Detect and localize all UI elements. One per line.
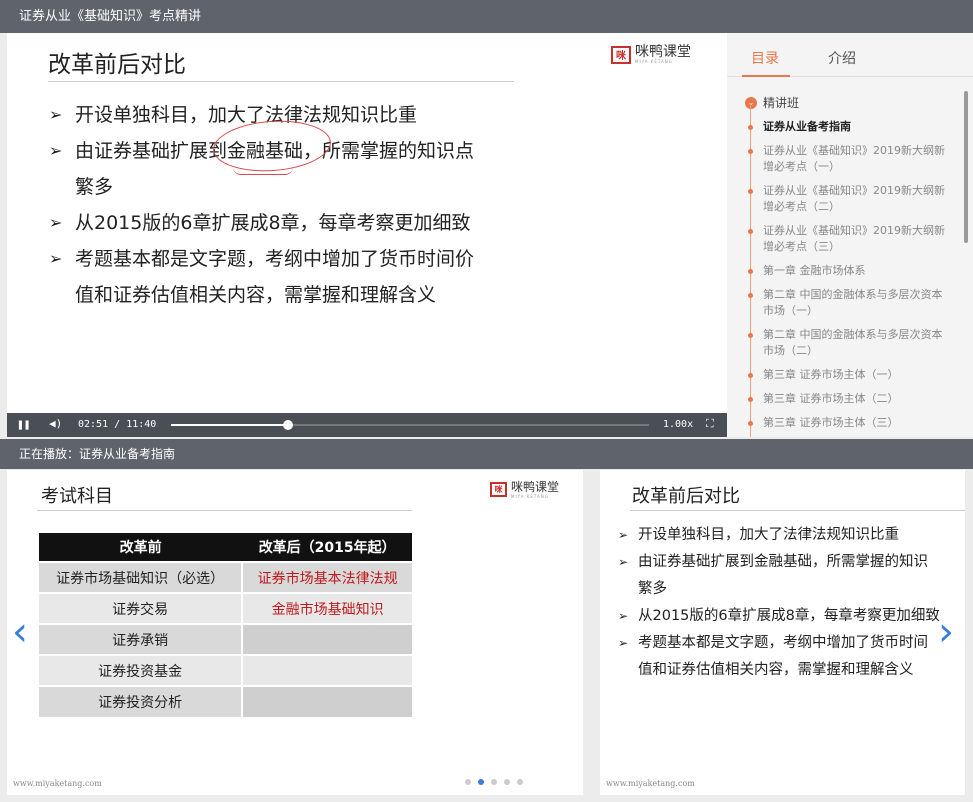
timeline-dot: [748, 269, 753, 274]
timeline-dot: [748, 125, 753, 130]
thumbnail-bullet: 开设单独科目，加大了法律法规知识比重: [618, 522, 963, 549]
thumbnail-title: 考试科目: [41, 486, 113, 507]
table-header: 改革后（2015年起）: [242, 533, 412, 562]
table-cell: 证券投资基金: [39, 654, 244, 686]
seek-bar[interactable]: [171, 420, 649, 430]
course-sidebar: 目录 介绍 ⌄ 精讲班 证券从业备考指南 证券从业《基础知识》2019新大纲新增…: [727, 33, 973, 437]
lesson-item[interactable]: 第三章 证券市场主体（一）: [763, 367, 951, 383]
table-cell: 证券承销: [39, 623, 244, 655]
table-cell: 金融市场基础知识: [242, 592, 412, 624]
slide-divider: [48, 81, 514, 82]
table-row: 证券投资分析: [39, 685, 412, 717]
thumbnail-bullets: 开设单独科目，加大了法律法规知识比重 由证券基础扩展到金融基础，所需掌握的知识 …: [618, 522, 963, 684]
table-cell: [242, 685, 412, 717]
table-row: 证券市场基础知识（必选） 证券市场基本法律法规: [39, 561, 412, 593]
annotation-underline: [233, 167, 293, 175]
lesson-item[interactable]: 证券从业《基础知识》2019新大纲新增必考点（三）: [763, 223, 951, 255]
table-cell: 证券市场基本法律法规: [242, 561, 412, 593]
now-playing-bar: 正在播放：证券从业备考指南: [0, 439, 973, 469]
timeline-dot: [748, 293, 753, 298]
timeline-dot: [748, 149, 753, 154]
logo-text: 咪鸭课堂: [511, 480, 560, 494]
subjects-table: 改革前 改革后（2015年起） 证券市场基础知识（必选） 证券市场基本法律法规 …: [39, 533, 412, 717]
thumbnail-divider: [630, 510, 965, 511]
chapter-label: 精讲班: [763, 96, 800, 110]
lesson-item[interactable]: 证券从业《基础知识》2019新大纲新增必考点（二）: [763, 183, 951, 215]
lesson-item[interactable]: 第二章 中国的金融体系与多层次资本市场（二）: [763, 327, 951, 359]
pause-icon[interactable]: ❚❚: [17, 418, 30, 431]
thumbnail-title: 改革前后对比: [632, 486, 740, 507]
logo-text: 咪鸭课堂: [635, 44, 691, 60]
table-header: 改革前: [39, 533, 243, 562]
thumbnail-bullet-continuation: 繁多: [638, 581, 667, 597]
timeline-dot: [748, 189, 753, 194]
sidebar-scrollbar[interactable]: [964, 91, 968, 243]
timeline-dot: [748, 421, 753, 426]
thumbnail-divider: [37, 510, 412, 511]
seek-handle[interactable]: [282, 420, 293, 430]
timeline-dot: [748, 397, 753, 402]
slide-thumbnail-right[interactable]: 改革前后对比 开设单独科目，加大了法律法规知识比重 由证券基础扩展到金融基础，所…: [600, 470, 965, 795]
lesson-item[interactable]: 第一章 金融市场体系: [763, 263, 951, 279]
carousel-dot[interactable]: [491, 779, 497, 785]
table-cell: [242, 623, 412, 655]
player-controls: ❚❚ ◀) 02:51 / 11:40 1.00x ⛶: [7, 413, 727, 437]
table-cell: 证券市场基础知识（必选）: [39, 561, 244, 593]
current-time: 02:51: [78, 419, 109, 430]
timeline-dot: [748, 229, 753, 234]
logo-subtext: MIYA KETANG: [511, 494, 549, 499]
seek-bar-played: [171, 424, 288, 426]
miya-logo-icon: 咪: [611, 45, 631, 64]
time-separator: /: [114, 419, 121, 430]
timeline-dot: [748, 333, 753, 338]
active-tab-indicator: [742, 75, 790, 77]
lesson-item[interactable]: 第三章 证券市场主体（三）: [763, 415, 951, 431]
total-time: 11:40: [126, 419, 157, 430]
table-row: 证券投资基金: [39, 654, 412, 686]
timeline-dot: [748, 373, 753, 378]
carousel-dots: [465, 779, 523, 785]
slide-bullet-continuation: 值和证券估值相关内容，需掌握和理解含义: [75, 284, 437, 306]
table-cell: [242, 654, 412, 686]
thumbnail-bullet-continuation: 值和证券估值相关内容，需掌握和理解含义: [638, 662, 914, 678]
table-cell: 证券交易: [39, 592, 244, 624]
carousel-dot[interactable]: [517, 779, 523, 785]
miya-logo-icon: 咪: [490, 482, 507, 497]
miya-logo: 咪 咪鸭课堂 MIYA KETANG: [611, 45, 691, 64]
thumbnail-bullet: 从2015版的6章扩展成8章，每章考察更加细致: [618, 603, 963, 630]
carousel-next-icon[interactable]: ›: [938, 612, 954, 652]
tab-intro[interactable]: 介绍: [828, 48, 856, 68]
time-readout: 02:51 / 11:40: [78, 419, 156, 430]
slide-thumbnail-left[interactable]: 考试科目 咪 咪鸭课堂 MIYA KETANG 改革前 改革后（2015年起） …: [7, 470, 583, 795]
chapter-header[interactable]: ⌄ 精讲班: [745, 94, 799, 111]
miya-logo: 咪 咪鸭课堂 MIYA KETANG: [490, 480, 559, 499]
window-title: 证券从业《基础知识》考点精讲: [0, 0, 973, 33]
lesson-item[interactable]: 第二章 中国的金融体系与多层次资本市场（一）: [763, 287, 951, 319]
volume-icon[interactable]: ◀): [49, 417, 62, 430]
fullscreen-icon[interactable]: ⛶: [706, 417, 714, 431]
thumbnail-footer: www.miyaketang.com: [606, 779, 695, 788]
lesson-item[interactable]: 证券从业《基础知识》2019新大纲新增必考点（一）: [763, 143, 951, 175]
playback-speed[interactable]: 1.00x: [663, 419, 693, 430]
table-cell: 证券投资分析: [39, 685, 244, 717]
carousel-dot-active[interactable]: [478, 779, 484, 785]
lesson-item[interactable]: 第三章 证券市场主体（二）: [763, 391, 951, 407]
tab-catalog[interactable]: 目录: [751, 48, 779, 68]
slide-title: 改革前后对比: [48, 52, 186, 78]
thumbnail-bullet: 考题基本都是文字题，考纲中增加了货币时间: [618, 630, 963, 657]
slide-bullet: 从2015版的6章扩展成8章，每章考察更加细致: [49, 205, 519, 241]
sidebar-tabs: 目录 介绍: [727, 33, 973, 77]
table-row: 证券交易 金融市场基础知识: [39, 592, 412, 624]
carousel-dot[interactable]: [504, 779, 510, 785]
table-row: 证券承销: [39, 623, 412, 655]
thumbnail-bullet: 由证券基础扩展到金融基础，所需掌握的知识: [618, 549, 963, 576]
video-player[interactable]: 改革前后对比 咪 咪鸭课堂 MIYA KETANG 开设单独科目，加大了法律法规…: [7, 33, 727, 437]
thumbnail-footer: www.miyaketang.com: [13, 779, 102, 788]
lesson-item[interactable]: 证券从业备考指南: [763, 119, 951, 135]
slide-bullet: 考题基本都是文字题，考纲中增加了货币时间价: [49, 241, 519, 277]
chevron-down-icon: ⌄: [745, 96, 757, 109]
carousel-prev-icon[interactable]: ‹: [12, 612, 28, 652]
carousel-dot[interactable]: [465, 779, 471, 785]
